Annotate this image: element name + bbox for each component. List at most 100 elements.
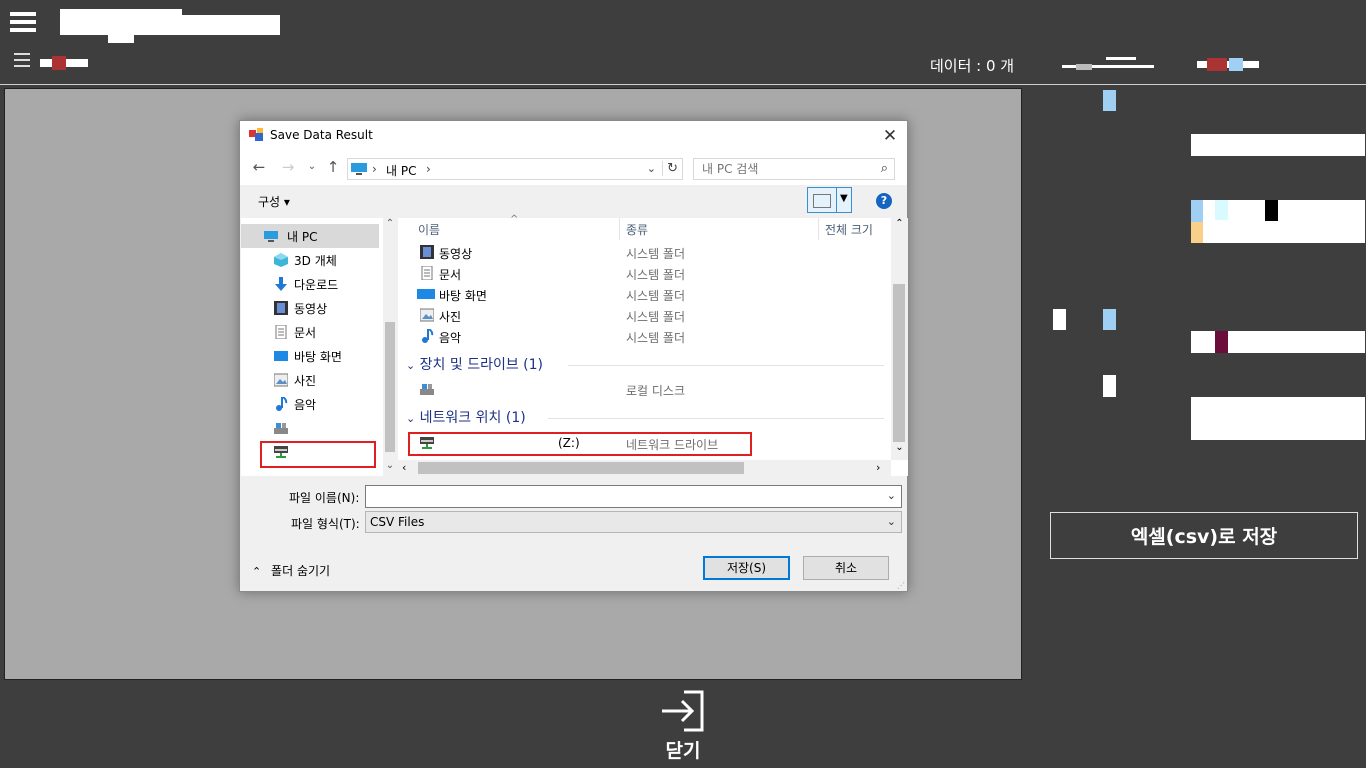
item-name: 사진 (439, 308, 461, 325)
option-field-3-marker (1215, 331, 1228, 353)
resize-grip-icon[interactable]: ⋰ (897, 581, 905, 589)
picture-icon (420, 308, 434, 322)
nav-item-desktop[interactable]: 바탕 화면 (241, 344, 379, 368)
chevron-down-icon: ⌄ (406, 359, 415, 372)
dialog-titlebar[interactable]: Save Data Result ✕ (240, 121, 907, 151)
option-checkbox-2[interactable] (1103, 375, 1116, 397)
close-icon[interactable]: ✕ (879, 125, 901, 147)
dialog-toolbar: 구성 ▾ ▼ ? (240, 185, 907, 217)
item-type: 시스템 폴더 (626, 266, 685, 283)
3d-objects-icon (274, 253, 288, 267)
exit-icon (660, 690, 706, 732)
breadcrumb-chevron-icon: › (372, 162, 377, 176)
hide-folders-toggle[interactable]: ⌃ 폴더 숨기기 (252, 562, 330, 579)
document-icon (420, 266, 434, 280)
desktop-icon (274, 349, 288, 363)
nav-item-local-disk[interactable] (241, 416, 379, 440)
filename-field[interactable]: ⌄ (365, 485, 902, 508)
option-field-1[interactable] (1191, 134, 1365, 156)
close-button[interactable]: 닫기 (640, 690, 726, 762)
option-field-2-marker-3 (1215, 200, 1228, 220)
scrollbar-thumb[interactable] (418, 462, 744, 474)
details-view-icon (813, 194, 831, 208)
scrollbar-thumb[interactable] (385, 322, 395, 452)
address-bar[interactable]: › 내 PC › ⌄ ↻ (347, 158, 683, 180)
nav-item-pictures[interactable]: 사진 (241, 368, 379, 392)
option-field-2-marker-2 (1191, 222, 1203, 243)
chevron-down-icon: ▼ (840, 193, 848, 204)
scrollbar-thumb[interactable] (893, 284, 905, 442)
group-header-devices[interactable]: ⌄ 장치 및 드라이브 (1) (406, 354, 543, 374)
list-item-local-disk[interactable]: 로컬 디스크 (398, 379, 888, 400)
column-header-name[interactable]: 이름 (418, 221, 440, 238)
close-label: 닫기 (640, 736, 726, 763)
view-options-button[interactable]: ▼ (807, 187, 852, 213)
list-icon[interactable] (14, 53, 30, 73)
chevron-down-icon[interactable]: ⌄ (647, 162, 656, 175)
highlight-box (260, 441, 376, 468)
save-csv-button[interactable]: 엑셀(csv)로 저장 (1050, 512, 1358, 559)
group-label: 장치 및 드라이브 (1) (420, 357, 543, 373)
search-box[interactable]: ⌕ (693, 158, 895, 180)
column-header-total-size[interactable]: 전체 크기 (825, 221, 873, 238)
group-header-network[interactable]: ⌄ 네트워크 위치 (1) (406, 407, 526, 427)
desktop-icon (417, 287, 435, 301)
nav-item-3d-objects[interactable]: 3D 개체 (241, 248, 379, 272)
breadcrumb-chevron-icon[interactable]: › (426, 162, 431, 176)
breadcrumb-current[interactable]: 내 PC (386, 162, 416, 179)
search-icon[interactable]: ⌕ (881, 161, 888, 176)
option-field-4[interactable] (1191, 397, 1365, 440)
file-list: ^ 이름 종류 전체 크기 동영상 시스템 폴더 문서 시스템 폴더 바탕 화면… (398, 218, 908, 476)
list-item[interactable]: 음악 시스템 폴더 (398, 326, 888, 347)
recent-locations-icon[interactable]: ⌄ (302, 157, 322, 177)
nav-item-this-pc[interactable]: 내 PC (241, 224, 379, 248)
sort-ascending-icon: ^ (510, 214, 518, 225)
nav-item-label: 문서 (294, 324, 316, 341)
list-item[interactable]: 문서 시스템 폴더 (398, 263, 888, 284)
horizontal-scrollbar[interactable]: ‹ › (398, 460, 891, 476)
option-field-2-marker (1191, 200, 1203, 222)
list-item[interactable]: 동영상 시스템 폴더 (398, 242, 888, 263)
chevron-down-icon[interactable]: ⌄ (887, 489, 896, 502)
nav-item-videos[interactable]: 동영상 (241, 296, 379, 320)
search-input[interactable] (702, 160, 872, 178)
nav-item-label: 내 PC (287, 228, 317, 245)
option-checkbox-1[interactable] (1053, 309, 1066, 330)
list-item[interactable]: 바탕 화면 시스템 폴더 (398, 284, 888, 305)
filename-input[interactable] (370, 487, 870, 506)
hamburger-menu-icon[interactable] (10, 12, 36, 34)
scroll-right-arrow-icon[interactable]: › (876, 461, 880, 474)
nav-item-music[interactable]: 음악 (241, 392, 379, 416)
item-type: 시스템 폴더 (626, 329, 685, 346)
hide-folders-label: 폴더 숨기기 (271, 564, 330, 578)
forward-arrow-icon[interactable]: → (278, 157, 298, 177)
scroll-up-arrow-icon[interactable]: ⌃ (383, 218, 397, 229)
nav-item-label: 바탕 화면 (294, 348, 342, 365)
scroll-down-arrow-icon[interactable]: ⌄ (891, 442, 908, 453)
scroll-left-arrow-icon[interactable]: ‹ (402, 461, 406, 474)
item-name: 문서 (439, 266, 461, 283)
scroll-up-arrow-icon[interactable]: ⌃ (891, 218, 908, 229)
option-field-2-marker-4 (1265, 200, 1278, 221)
save-button[interactable]: 저장(S) (703, 556, 790, 580)
scroll-down-arrow-icon[interactable]: ⌄ (383, 460, 397, 471)
pc-icon (351, 163, 367, 175)
nav-item-documents[interactable]: 문서 (241, 320, 379, 344)
up-arrow-icon[interactable]: ↑ (323, 157, 343, 177)
cancel-button[interactable]: 취소 (803, 556, 889, 580)
help-icon[interactable]: ? (876, 193, 892, 209)
nav-item-downloads[interactable]: 다운로드 (241, 272, 379, 296)
video-icon (420, 245, 434, 259)
filename-label: 파일 이름(N): (289, 489, 359, 506)
back-arrow-icon[interactable]: ← (249, 157, 269, 177)
vertical-scrollbar[interactable]: ⌃ ⌄ (891, 218, 908, 460)
organize-button[interactable]: 구성 ▾ (258, 193, 290, 210)
navigation-pane: 내 PC 3D 개체 다운로드 동영상 문서 바탕 화면 사진 음악 (241, 218, 397, 476)
refresh-icon[interactable]: ↻ (662, 161, 678, 176)
list-item[interactable]: 사진 시스템 폴더 (398, 305, 888, 326)
column-header-type[interactable]: 종류 (626, 221, 648, 238)
local-disk-icon (420, 382, 434, 396)
filetype-select[interactable]: CSV Files ⌄ (365, 511, 902, 533)
nav-scrollbar[interactable]: ⌃ ⌄ (383, 218, 397, 476)
app-icon (249, 128, 265, 142)
